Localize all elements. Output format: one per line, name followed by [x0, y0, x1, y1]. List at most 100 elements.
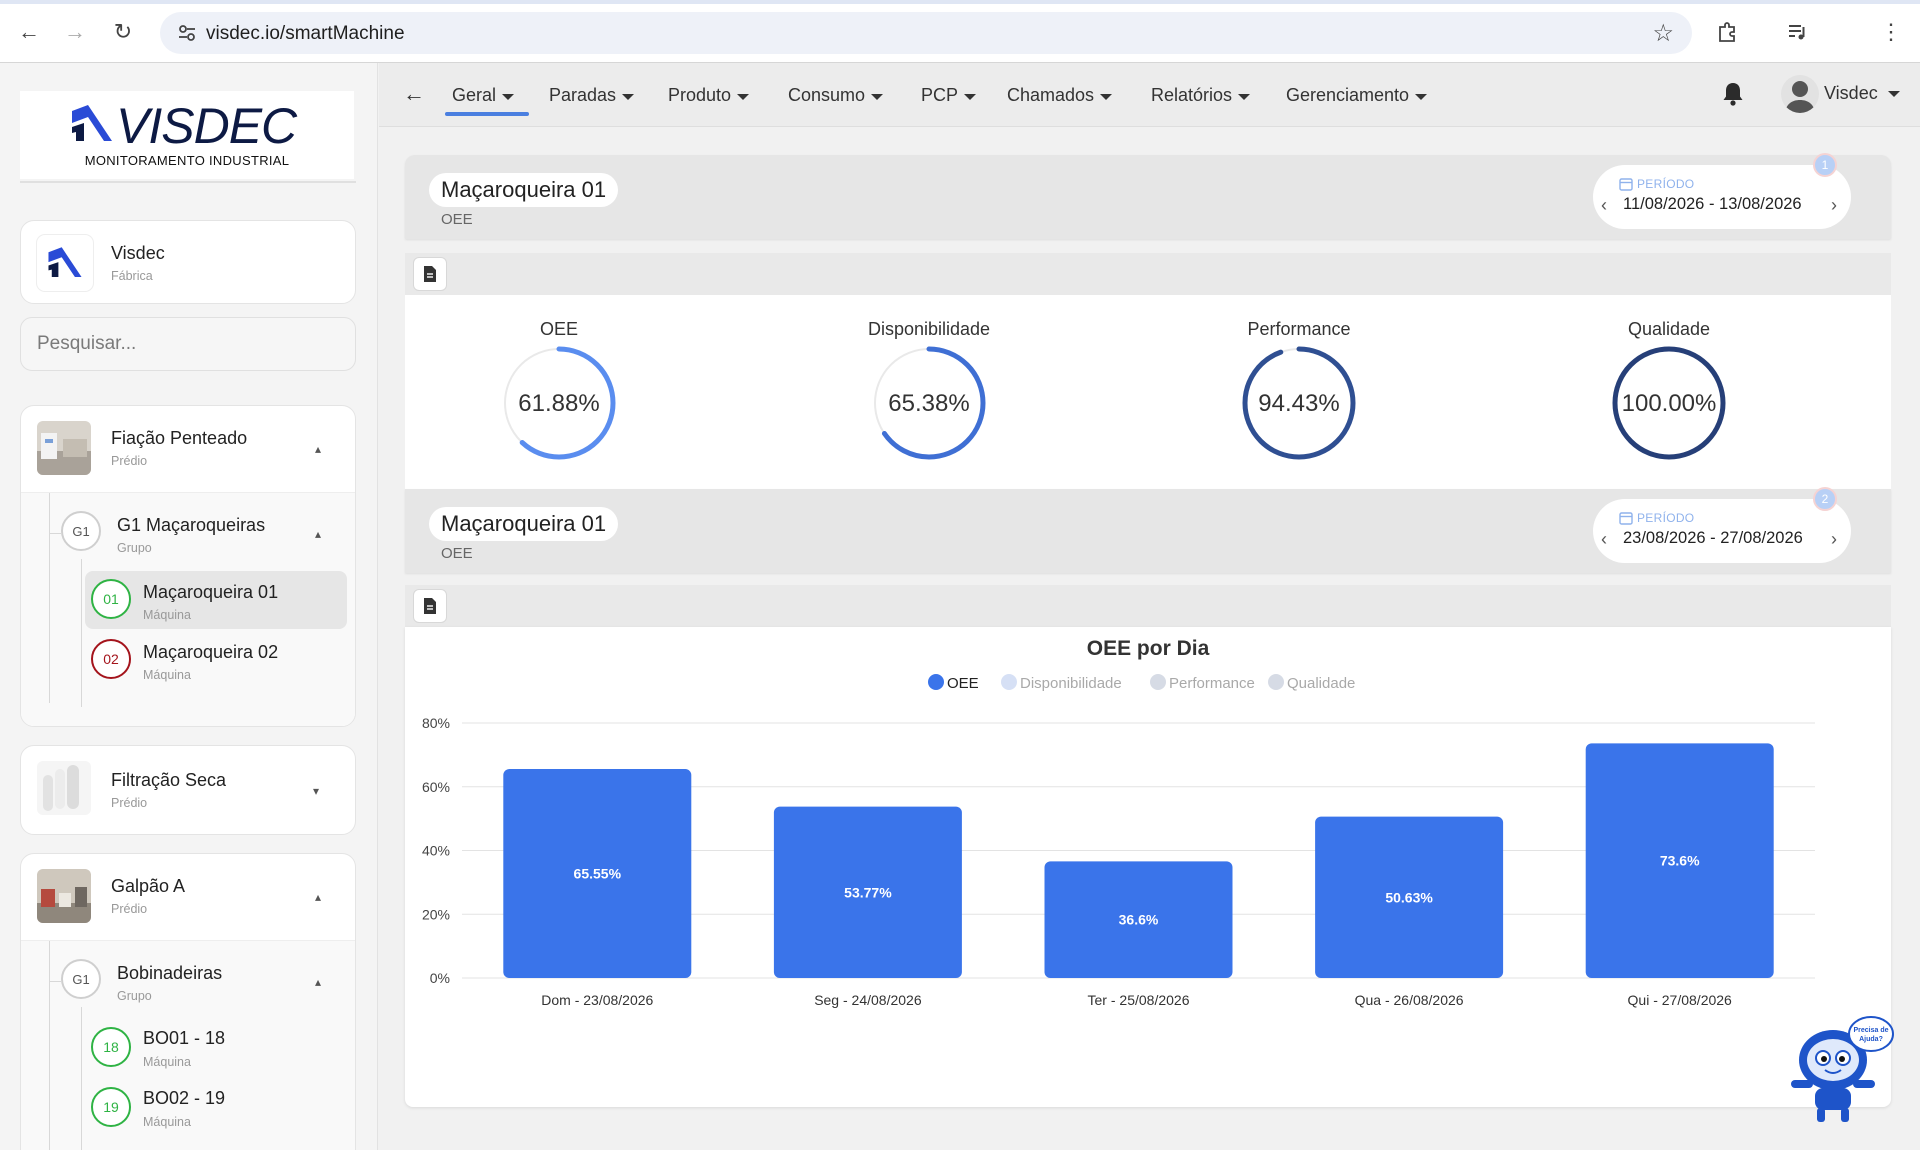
machine-name: BO02 - 19: [143, 1088, 226, 1108]
group-item[interactable]: G1 Bobinadeiras Grupo ▴: [61, 959, 351, 1005]
tree-line: [49, 493, 50, 703]
machine-item-bo02-19[interactable]: 19 BO02 - 19 Máquina: [91, 1087, 341, 1133]
reload-icon[interactable]: ↻: [108, 17, 138, 47]
gauge-label: Qualidade: [1627, 319, 1711, 339]
machine-type: Máquina: [143, 1115, 191, 1129]
nav-label: Chamados: [1007, 85, 1095, 105]
nav-label: Produto: [668, 85, 732, 105]
notification-bell-icon[interactable]: [1718, 79, 1748, 109]
building-type: Prédio: [111, 454, 148, 468]
search-input[interactable]: [20, 317, 356, 371]
browser-menu-icon[interactable]: ⋮: [1876, 17, 1906, 47]
collapse-caret-icon[interactable]: ▴: [315, 442, 321, 456]
building-card-filtracao-seca[interactable]: Filtração Seca Prédio ▾: [20, 745, 356, 835]
nav-relatorios[interactable]: Relatórios: [1151, 85, 1251, 106]
bookmark-star-icon[interactable]: ☆: [1652, 19, 1674, 48]
forward-arrow-icon[interactable]: →: [60, 17, 90, 47]
panel-2-toolbar: [405, 585, 1891, 627]
nav-geral[interactable]: Geral: [452, 85, 515, 106]
period-badge: 1: [1813, 153, 1837, 177]
export-document-button[interactable]: [413, 589, 447, 623]
dropdown-caret-icon: [1100, 93, 1113, 100]
period-selector[interactable]: PERÍODO ‹ 23/08/2026 - 27/08/2026 ›: [1593, 499, 1851, 563]
nav-label: Paradas: [549, 85, 617, 105]
dropdown-caret-icon: [1887, 90, 1900, 97]
nav-label: Consumo: [788, 85, 866, 105]
machine-name: BO01 - 18: [143, 1028, 226, 1048]
building-header[interactable]: Fiação Penteado Prédio ▴: [21, 406, 355, 492]
panel-1-header: Maçaroqueira 01 OEE PERÍODO ‹ 11/08/2026…: [405, 153, 1891, 239]
back-arrow-icon[interactable]: ←: [14, 17, 44, 47]
machine-item-bo01-18[interactable]: 18 BO01 - 18 Máquina: [91, 1027, 341, 1073]
extensions-icon[interactable]: [1712, 17, 1742, 47]
brand-name: VISDEC: [116, 98, 297, 154]
panel-subtitle: OEE: [441, 211, 473, 228]
building-tree: G1 G1 Maçaroqueiras Grupo ▴ 01 Maçaroque…: [21, 492, 355, 726]
main-content: ← Geral Paradas Produto Consumo PCP Cham…: [379, 63, 1920, 1150]
period-label: PERÍODO: [1637, 177, 1695, 191]
prev-period-chevron-icon[interactable]: ‹: [1601, 529, 1607, 550]
bar-value-label: 53.77%: [844, 884, 892, 900]
building-tree: G1 Bobinadeiras Grupo ▴ 18 BO01 - 18 Máq…: [21, 940, 355, 1150]
collapse-caret-icon[interactable]: ▴: [315, 890, 321, 904]
building-thumbnail: [37, 869, 91, 923]
panel-2-header: Maçaroqueira 01 OEE PERÍODO ‹ 23/08/2026…: [405, 487, 1891, 573]
chart-title: OEE por Dia: [1087, 637, 1210, 660]
browser-top-line: [0, 0, 1920, 4]
gauge-label: Disponibilidade: [867, 319, 991, 339]
nav-gerenciamento[interactable]: Gerenciamento: [1286, 85, 1428, 106]
gauge-value: 61.88%: [518, 390, 600, 417]
collapse-caret-icon[interactable]: ▴: [315, 527, 321, 541]
machine-item-maçaroqueira-02[interactable]: 02 Maçaroqueira 02 Máquina: [91, 639, 341, 685]
oee-per-day-chart-panel: OEE por Dia OEE Disponibilidade Performance…: [405, 627, 1891, 1107]
org-card[interactable]: Visdec Fábrica: [20, 220, 356, 304]
legend-item: OEE: [947, 675, 979, 692]
prev-period-chevron-icon[interactable]: ‹: [1601, 195, 1607, 216]
bar-value-label: 50.63%: [1385, 889, 1433, 905]
bar-value-label: 73.6%: [1660, 853, 1700, 869]
document-icon: [424, 598, 436, 614]
gauge-disponibilidade: Disponibilidade 65.38%: [799, 295, 1059, 489]
expand-caret-icon[interactable]: ▾: [313, 784, 319, 798]
legend-item: Performance: [1169, 675, 1255, 692]
nav-pcp[interactable]: PCP: [921, 85, 977, 106]
address-bar[interactable]: visdec.io/smartMachine ☆: [160, 12, 1692, 54]
building-card-fiacao-penteado: Fiação Penteado Prédio ▴ G1 G1 Maçaroque…: [20, 405, 356, 727]
nav-consumo[interactable]: Consumo: [788, 85, 884, 106]
building-header[interactable]: Filtração Seca Prédio ▾: [21, 746, 355, 832]
user-menu[interactable]: Visdec: [1824, 83, 1900, 104]
x-tick-label: Seg - 24/08/2026: [814, 992, 922, 1008]
next-period-chevron-icon[interactable]: ›: [1831, 195, 1837, 216]
machine-item-maçaroqueira-01[interactable]: 01 Maçaroqueira 01 Máquina: [91, 579, 341, 625]
help-assistant-robot-icon[interactable]: Precisa de Ajuda?: [1785, 1008, 1895, 1126]
y-tick-label: 60%: [422, 779, 450, 795]
period-selector[interactable]: PERÍODO ‹ 11/08/2026 - 13/08/2026 ›: [1593, 165, 1851, 229]
media-control-icon[interactable]: [1782, 17, 1812, 47]
building-card-galpao-a: Galpão A Prédio ▴ G1 Bobinadeiras Grupo …: [20, 853, 356, 1150]
next-period-chevron-icon[interactable]: ›: [1831, 529, 1837, 550]
logo-divider: [20, 181, 356, 183]
machine-type: Máquina: [143, 668, 191, 682]
machine-type: Máquina: [143, 608, 191, 622]
group-item[interactable]: G1 G1 Maçaroqueiras Grupo ▴: [61, 511, 351, 557]
machine-name: Maçaroqueira 02: [143, 642, 279, 662]
machine-type: Máquina: [143, 1055, 191, 1069]
back-arrow-icon[interactable]: ←: [403, 81, 425, 107]
tree-line: [49, 941, 50, 1150]
oee-per-day-chart: OEE por Dia OEE Disponibilidade Performance…: [422, 637, 1815, 1008]
nav-paradas[interactable]: Paradas: [549, 85, 635, 106]
nav-produto[interactable]: Produto: [668, 85, 750, 106]
group-type: Grupo: [117, 541, 152, 555]
gauge-value: 65.38%: [888, 390, 970, 417]
nav-chamados[interactable]: Chamados: [1007, 85, 1113, 106]
gauge-performance: Performance 94.43%: [1169, 295, 1429, 489]
building-header[interactable]: Galpão A Prédio ▴: [21, 854, 355, 940]
group-name: Bobinadeiras: [117, 963, 223, 983]
nav-label: Geral: [452, 85, 497, 105]
machine-status-badge: 02: [91, 639, 131, 679]
collapse-caret-icon[interactable]: ▴: [315, 975, 321, 989]
user-avatar[interactable]: [1781, 75, 1819, 113]
site-settings-icon[interactable]: [176, 22, 198, 44]
org-logo-icon: [37, 235, 93, 291]
export-document-button[interactable]: [413, 257, 447, 291]
